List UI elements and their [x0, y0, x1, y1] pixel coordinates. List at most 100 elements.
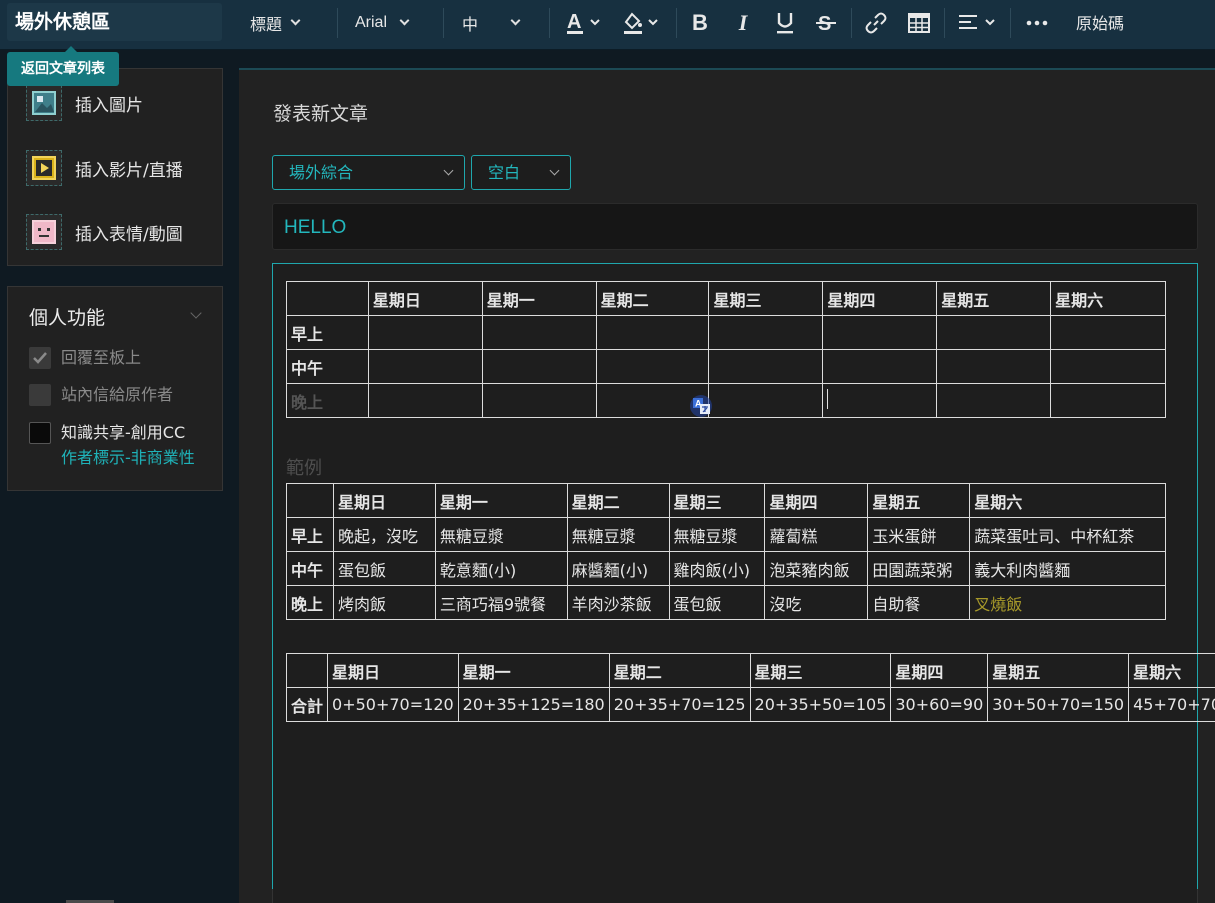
table-cell[interactable]: [708, 383, 824, 418]
italic-button[interactable]: I: [730, 8, 756, 38]
table-cell[interactable]: 星期五: [936, 281, 1052, 316]
insert-image-button[interactable]: 插入圖片: [26, 83, 143, 123]
table-cell[interactable]: 無糖豆漿: [668, 517, 766, 552]
table-cell[interactable]: 0+50+70=120: [327, 687, 459, 722]
table-cell[interactable]: [708, 349, 824, 384]
table-cell[interactable]: 羊肉沙茶飯: [566, 585, 670, 620]
table-cell[interactable]: 早上: [286, 315, 369, 350]
align-dropdown[interactable]: [956, 8, 1000, 38]
category-select[interactable]: 場外綜合: [272, 155, 465, 190]
table-cell[interactable]: [1050, 315, 1166, 350]
table-cell[interactable]: 蛋包飯: [668, 585, 766, 620]
table-cell[interactable]: 星期六: [969, 483, 1166, 518]
table-cell[interactable]: 晚上: [286, 383, 369, 418]
font-dropdown[interactable]: Arial: [355, 0, 410, 46]
table-cell[interactable]: 蔬菜蛋吐司、中杯紅茶: [969, 517, 1166, 552]
table-cell[interactable]: 星期二: [566, 483, 670, 518]
table-cell[interactable]: [286, 483, 334, 518]
table-cell[interactable]: 乾意麵(小): [434, 551, 568, 586]
link-button[interactable]: [862, 8, 890, 38]
schedule-table[interactable]: 星期日 星期一 星期二 星期三 星期四 星期五 星期六 早上 中午 晚上: [286, 281, 1166, 418]
table-cell[interactable]: 星期日: [327, 653, 459, 688]
table-cell[interactable]: 星期一: [434, 483, 568, 518]
table-cell[interactable]: 無糖豆漿: [434, 517, 568, 552]
table-cell[interactable]: 星期四: [764, 483, 869, 518]
example-meal-table[interactable]: 星期日 星期一 星期二 星期三 星期四 星期五 星期六 早上 晚起，沒吃 無糖豆…: [286, 483, 1166, 620]
table-cell[interactable]: 無糖豆漿: [566, 517, 670, 552]
table-cell[interactable]: [936, 315, 1052, 350]
table-cell[interactable]: [367, 315, 483, 350]
table-cell[interactable]: [481, 349, 597, 384]
table-cell[interactable]: 星期四: [822, 281, 938, 316]
table-cell[interactable]: 三商巧福9號餐: [434, 585, 568, 620]
table-cell[interactable]: [286, 281, 369, 316]
table-cell[interactable]: 星期五: [867, 483, 971, 518]
table-cell[interactable]: 20+35+50=105: [749, 687, 892, 722]
table-cell[interactable]: [936, 383, 1052, 418]
table-cell[interactable]: 烤肉飯: [332, 585, 436, 620]
source-code-button[interactable]: 原始碼: [1076, 0, 1124, 44]
table-cell[interactable]: [595, 349, 710, 384]
message-author-option[interactable]: 站內信給原作者: [29, 384, 173, 406]
creative-commons-option[interactable]: 知識共享-創用CC 作者標示-非商業性: [29, 422, 195, 469]
highlight-color-button[interactable]: [620, 8, 666, 38]
font-color-button[interactable]: A: [563, 8, 607, 38]
chevron-down-icon[interactable]: [190, 307, 202, 319]
table-cell[interactable]: 田園蔬菜粥: [867, 551, 971, 586]
creative-commons-sub-label[interactable]: 作者標示-非商業性: [61, 447, 195, 469]
message-author-checkbox[interactable]: [29, 384, 51, 406]
table-cell[interactable]: [822, 349, 938, 384]
table-cell[interactable]: [1050, 349, 1166, 384]
table-cell[interactable]: 叉燒飯: [969, 585, 1166, 620]
reply-to-board-option[interactable]: 回覆至板上: [29, 347, 141, 369]
table-cell[interactable]: [367, 349, 483, 384]
table-cell[interactable]: 星期日: [332, 483, 436, 518]
table-cell[interactable]: 星期二: [608, 653, 751, 688]
heading-dropdown[interactable]: 標題: [250, 0, 301, 46]
insert-video-button[interactable]: 插入影片/直播: [26, 148, 183, 188]
table-cell[interactable]: 中午: [286, 551, 334, 586]
table-cell[interactable]: 蘿蔔糕: [764, 517, 869, 552]
table-cell[interactable]: 晚起，沒吃: [332, 517, 436, 552]
table-cell[interactable]: 45+70+70=185: [1128, 687, 1215, 722]
table-cell[interactable]: 義大利肉醬麵: [969, 551, 1166, 586]
translate-icon[interactable]: A: [690, 395, 712, 417]
table-cell[interactable]: 麻醬麵(小): [566, 551, 670, 586]
table-button[interactable]: [905, 8, 933, 38]
table-cell[interactable]: 自助餐: [867, 585, 971, 620]
table-cell[interactable]: 星期二: [595, 281, 710, 316]
table-cell[interactable]: [367, 383, 483, 418]
table-cell[interactable]: [822, 383, 938, 418]
totals-table[interactable]: 星期日 星期一 星期二 星期三 星期四 星期五 星期六 合計 0+50+70=1…: [285, 653, 1215, 722]
table-cell[interactable]: 早上: [286, 517, 334, 552]
table-cell[interactable]: 合計: [285, 687, 329, 722]
table-cell[interactable]: 星期六: [1050, 281, 1166, 316]
table-cell[interactable]: 星期三: [668, 483, 766, 518]
table-cell[interactable]: 晚上: [286, 585, 334, 620]
table-cell[interactable]: 中午: [286, 349, 369, 384]
table-cell[interactable]: 20+35+125=180: [457, 687, 610, 722]
table-cell[interactable]: [708, 315, 824, 350]
table-cell[interactable]: 星期四: [890, 653, 989, 688]
type-select[interactable]: 空白: [471, 155, 571, 190]
table-cell[interactable]: [1050, 383, 1166, 418]
bold-button[interactable]: B: [687, 8, 713, 38]
table-cell[interactable]: [481, 383, 597, 418]
table-cell[interactable]: 星期六: [1128, 653, 1215, 688]
table-cell[interactable]: 沒吃: [764, 585, 869, 620]
table-cell[interactable]: 星期三: [749, 653, 892, 688]
table-cell[interactable]: [936, 349, 1052, 384]
table-cell[interactable]: 泡菜豬肉飯: [764, 551, 869, 586]
size-dropdown[interactable]: 中: [462, 0, 521, 46]
strikethrough-button[interactable]: S: [813, 8, 839, 38]
table-cell[interactable]: 星期五: [987, 653, 1130, 688]
table-cell[interactable]: 星期一: [457, 653, 610, 688]
insert-emoji-button[interactable]: 插入表情/動圖: [26, 212, 183, 252]
table-cell[interactable]: 星期日: [367, 281, 483, 316]
table-cell[interactable]: 星期一: [481, 281, 597, 316]
table-cell[interactable]: 20+35+70=125: [608, 687, 751, 722]
table-cell[interactable]: [285, 653, 329, 688]
table-cell[interactable]: [595, 315, 710, 350]
more-button[interactable]: [1023, 8, 1051, 38]
underline-button[interactable]: [772, 8, 798, 38]
